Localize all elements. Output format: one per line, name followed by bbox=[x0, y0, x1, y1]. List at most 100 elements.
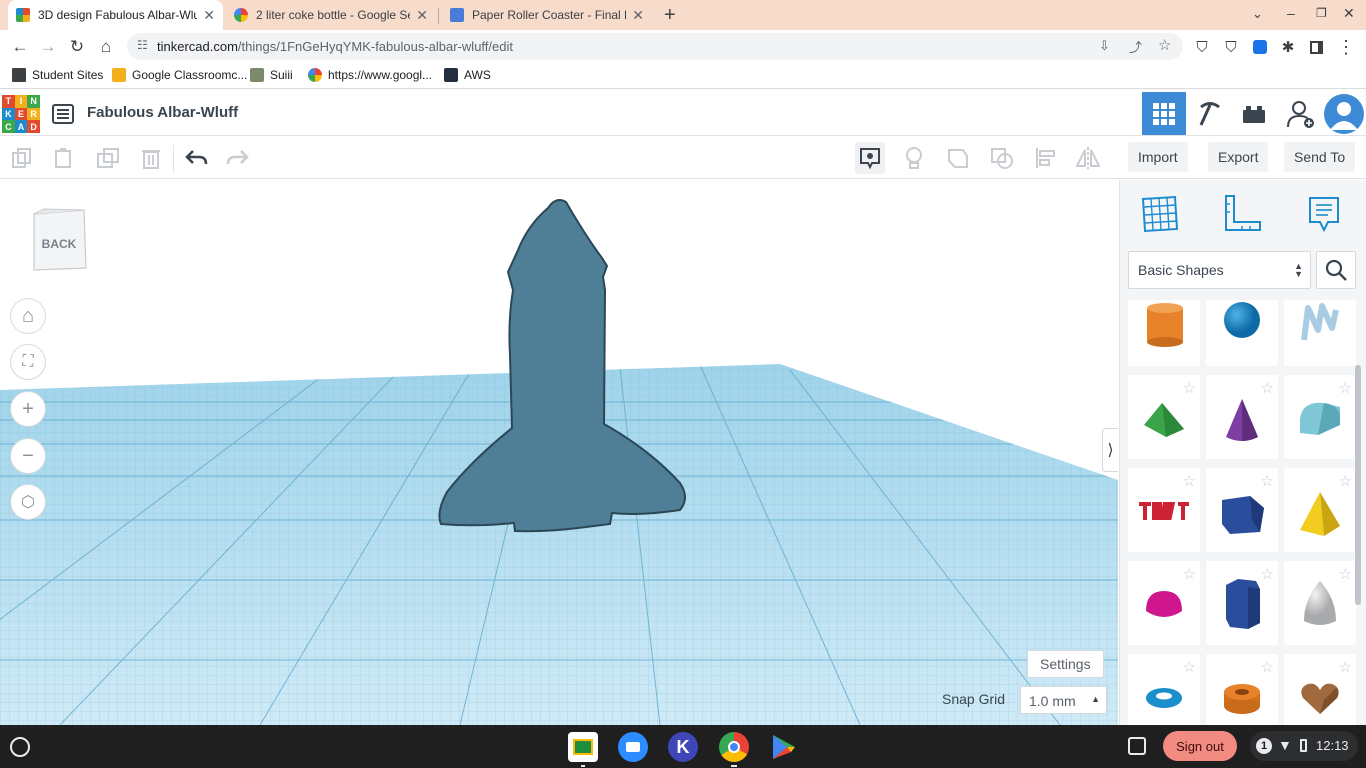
fit-view-button[interactable]: ⛶ bbox=[10, 344, 46, 380]
reload-icon[interactable]: ↻ bbox=[65, 35, 89, 59]
favorite-star-icon[interactable]: ☆ bbox=[1261, 658, 1274, 676]
shape-cylinder[interactable] bbox=[1128, 300, 1200, 366]
copy-icon[interactable] bbox=[8, 144, 36, 172]
toggle-notes-button[interactable] bbox=[855, 142, 885, 174]
favorite-star-icon[interactable]: ☆ bbox=[1183, 379, 1196, 397]
tab-search-icon[interactable]: ⌄ bbox=[1252, 6, 1263, 22]
duplicate-icon[interactable] bbox=[94, 144, 122, 172]
shape-search-button[interactable] bbox=[1316, 251, 1356, 289]
mirror-icon[interactable] bbox=[1074, 144, 1102, 172]
shape-torus[interactable]: ☆ bbox=[1128, 654, 1200, 725]
close-tab-icon[interactable]: ✕ bbox=[416, 7, 428, 24]
favorite-star-icon[interactable]: ☆ bbox=[1183, 565, 1196, 583]
system-tray[interactable]: 1 ▼ 12:13 bbox=[1250, 731, 1358, 761]
back-icon[interactable]: ← bbox=[8, 35, 32, 59]
shape-heart[interactable]: ☆ bbox=[1284, 654, 1356, 725]
shape-half-sphere[interactable]: ☆ bbox=[1128, 561, 1200, 645]
shape-tube[interactable]: ☆ bbox=[1206, 654, 1278, 725]
bookmark-suiii[interactable]: Suiii bbox=[250, 68, 293, 82]
shape-scribble[interactable] bbox=[1284, 300, 1356, 366]
zoom-app-icon[interactable] bbox=[618, 732, 648, 762]
close-tab-icon[interactable]: ✕ bbox=[203, 7, 215, 24]
bookmark-student-sites[interactable]: Student Sites bbox=[12, 68, 103, 82]
paste-icon[interactable] bbox=[50, 144, 78, 172]
extensions-puzzle-icon[interactable]: ✱ bbox=[1276, 35, 1300, 59]
3d-design-view-button[interactable] bbox=[1142, 92, 1186, 135]
workplane-tool-button[interactable] bbox=[1140, 194, 1180, 234]
bookmark-aws[interactable]: AWS bbox=[444, 68, 491, 82]
new-tab-icon[interactable]: + bbox=[664, 4, 676, 27]
site-info-icon[interactable]: ☷ bbox=[137, 38, 148, 52]
forward-icon[interactable]: → bbox=[36, 35, 60, 59]
shape-pyramid[interactable]: ☆ bbox=[1284, 468, 1356, 552]
sign-out-button[interactable]: Sign out bbox=[1163, 731, 1237, 761]
shape-polygon[interactable]: ☆ bbox=[1206, 561, 1278, 645]
import-button[interactable]: Import bbox=[1128, 142, 1188, 172]
shape-roof[interactable]: ☆ bbox=[1128, 375, 1200, 459]
holding-space-icon[interactable] bbox=[1128, 737, 1146, 755]
shape-box[interactable]: ☆ bbox=[1206, 468, 1278, 552]
settings-button[interactable]: Settings bbox=[1027, 650, 1104, 678]
design-object[interactable] bbox=[438, 199, 686, 533]
side-panel-icon[interactable] bbox=[1304, 35, 1328, 59]
group-icon[interactable] bbox=[944, 144, 972, 172]
perspective-button[interactable]: ⬡ bbox=[10, 484, 46, 520]
bookmark-google-classroom[interactable]: Google Classroomc... bbox=[112, 68, 247, 82]
zoom-out-button[interactable]: − bbox=[10, 438, 46, 474]
favorite-star-icon[interactable]: ☆ bbox=[1261, 565, 1274, 583]
tab-tinkercad[interactable]: 3D design Fabulous Albar-Wluff ✕ bbox=[8, 0, 223, 30]
chrome-app-icon[interactable] bbox=[719, 732, 749, 762]
favorite-star-icon[interactable]: ☆ bbox=[1261, 379, 1274, 397]
close-tab-icon[interactable]: ✕ bbox=[632, 7, 644, 24]
browser-menu-icon[interactable]: ⋮ bbox=[1334, 35, 1358, 59]
align-icon[interactable] bbox=[1032, 144, 1060, 172]
snap-grid-select[interactable]: 1.0 mm ▲ bbox=[1020, 686, 1107, 714]
shape-library-dropdown[interactable]: Basic Shapes ▲ ▼ bbox=[1128, 251, 1311, 289]
tab-google-search[interactable]: 2 liter coke bottle - Google Search ✕ bbox=[226, 0, 436, 30]
kami-app-icon[interactable]: K bbox=[668, 732, 698, 762]
design-title[interactable]: Fabulous Albar-Wluff bbox=[87, 104, 238, 121]
bookmark-star-icon[interactable]: ☆ bbox=[1158, 36, 1171, 54]
restore-icon[interactable]: ❐ bbox=[1316, 6, 1327, 20]
redo-icon[interactable] bbox=[224, 144, 252, 172]
brave-shield-icon[interactable]: ⛉ bbox=[1190, 35, 1214, 59]
shape-sphere[interactable] bbox=[1206, 300, 1278, 366]
install-app-icon[interactable]: ⇩ bbox=[1099, 38, 1110, 54]
share-icon[interactable]: ⤴ bbox=[1129, 37, 1142, 56]
extension-shield-icon[interactable]: ⛉ bbox=[1219, 35, 1243, 59]
notes-tool-button[interactable] bbox=[1304, 194, 1344, 234]
favorite-star-icon[interactable]: ☆ bbox=[1339, 379, 1352, 397]
shape-round-roof[interactable]: ☆ bbox=[1284, 375, 1356, 459]
home-icon[interactable]: ⌂ bbox=[94, 35, 118, 59]
play-store-app-icon[interactable] bbox=[769, 732, 799, 762]
design-list-icon[interactable] bbox=[52, 104, 74, 124]
collapse-panel-button[interactable]: ⟩ bbox=[1102, 428, 1118, 472]
favorite-star-icon[interactable]: ☆ bbox=[1339, 565, 1352, 583]
send-to-button[interactable]: Send To bbox=[1284, 142, 1356, 172]
invite-user-button[interactable] bbox=[1280, 92, 1322, 135]
lightbulb-icon[interactable] bbox=[900, 144, 928, 172]
view-cube[interactable]: BACK bbox=[30, 208, 88, 272]
bricks-view-button[interactable] bbox=[1232, 92, 1276, 135]
zoom-in-button[interactable]: + bbox=[10, 391, 46, 427]
shapes-scrollbar[interactable] bbox=[1355, 365, 1361, 605]
favorite-star-icon[interactable]: ☆ bbox=[1339, 658, 1352, 676]
favorite-star-icon[interactable]: ☆ bbox=[1183, 472, 1196, 490]
ungroup-icon[interactable] bbox=[988, 144, 1016, 172]
home-view-button[interactable]: ⌂ bbox=[10, 298, 46, 334]
launcher-icon[interactable] bbox=[10, 737, 30, 757]
delete-icon[interactable] bbox=[137, 144, 165, 172]
ruler-tool-button[interactable] bbox=[1222, 194, 1262, 234]
avatar[interactable] bbox=[1324, 94, 1364, 134]
bookmark-google[interactable]: https://www.googl... bbox=[308, 68, 432, 82]
tab-docs[interactable]: Paper Roller Coaster - Final Project ✕ bbox=[442, 0, 652, 30]
tinkercad-logo[interactable]: T I N K E R C A D bbox=[2, 95, 40, 133]
favorite-star-icon[interactable]: ☆ bbox=[1183, 658, 1196, 676]
workplane-viewport[interactable]: BACK ⌂ ⛶ + − ⬡ ⟩ Settings Snap Grid 1.0 … bbox=[0, 180, 1118, 725]
favorite-star-icon[interactable]: ☆ bbox=[1339, 472, 1352, 490]
shape-text[interactable]: ☆ bbox=[1128, 468, 1200, 552]
close-window-icon[interactable]: ✕ bbox=[1343, 5, 1355, 22]
minimize-icon[interactable]: – bbox=[1287, 5, 1295, 21]
extension-blue-icon[interactable] bbox=[1248, 35, 1272, 59]
shape-cone[interactable]: ☆ bbox=[1206, 375, 1278, 459]
